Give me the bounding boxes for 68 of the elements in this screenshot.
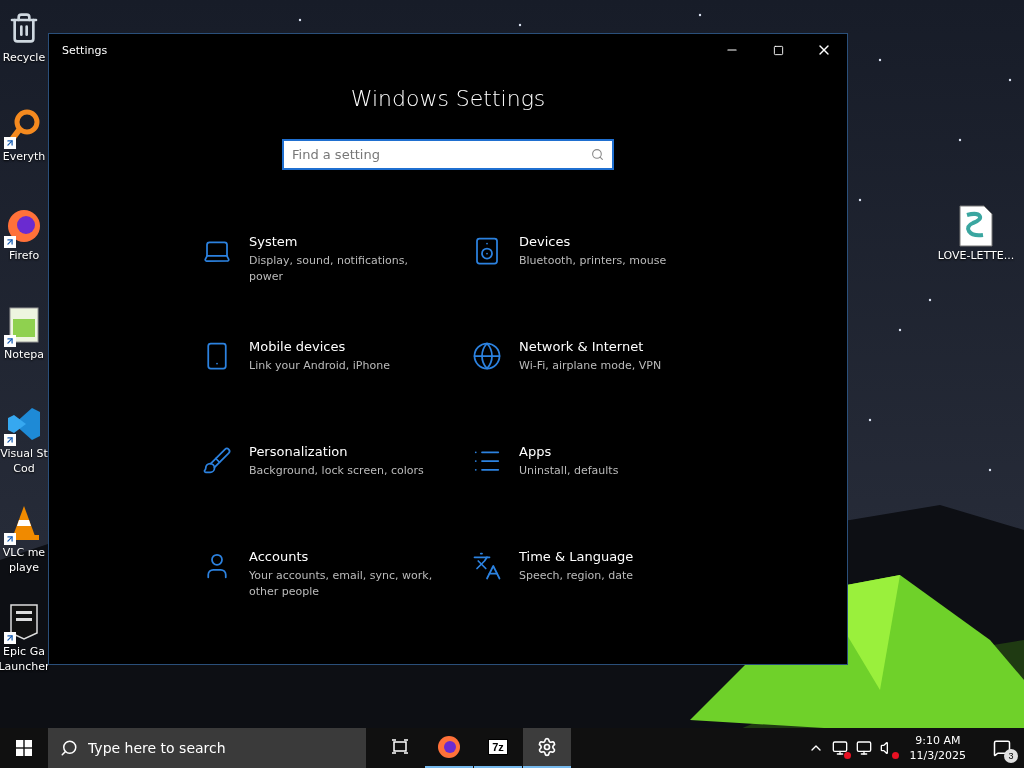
clock[interactable]: 9:10 AM 11/3/2025	[903, 733, 972, 763]
monitor-icon[interactable]	[831, 740, 848, 756]
icon-label: playe	[8, 560, 40, 575]
clock-time: 9:10 AM	[915, 733, 961, 748]
icon-label: Cod	[13, 461, 35, 476]
category-description: Uninstall, defaults	[519, 463, 620, 479]
recycle-bin-icon	[8, 12, 40, 44]
settings-icon	[537, 737, 557, 757]
fox-icon	[6, 208, 42, 244]
category-description: Your accounts, email, sync, work, other people	[249, 568, 434, 600]
category-title: Accounts	[249, 549, 310, 564]
settings-category[interactable]: Personalization Background, lock screen, colors	[201, 444, 471, 513]
taskbar-button[interactable]	[523, 728, 571, 768]
settings-category[interactable]: Mobile devices Link your Android, iPhone	[201, 339, 471, 408]
network-icon[interactable]	[855, 740, 872, 756]
page-heading: Windows Settings	[350, 86, 546, 111]
settings-category[interactable]: Network & Internet Wi-Fi, airplane mode, VPN	[471, 339, 721, 408]
settings-category[interactable]: Accounts Your accounts, email, sync, work, other people	[201, 549, 471, 618]
scroll-document-icon	[959, 205, 993, 247]
settings-category[interactable]: Time & Language Speech, region, date	[471, 549, 721, 618]
settings-category[interactable]: System Display, sound, notifications, power	[201, 234, 471, 303]
category-title: Personalization	[249, 444, 349, 459]
category-description: Speech, region, date	[519, 568, 635, 584]
category-title: Apps	[519, 444, 553, 459]
category-title: Devices	[519, 234, 572, 249]
message-icon	[993, 739, 1011, 757]
category-description: Bluetooth, printers, mouse	[519, 253, 668, 269]
search-icon	[60, 739, 78, 757]
notepad-icon	[9, 307, 39, 343]
globe-icon	[472, 341, 502, 371]
icon-label: Everyth	[2, 149, 46, 164]
settings-category[interactable]: Apps Uninstall, defaults	[471, 444, 721, 513]
icon-label: Visual St	[0, 446, 48, 461]
fox-icon	[437, 735, 461, 759]
notification-count: 3	[1004, 749, 1018, 763]
category-title: Mobile devices	[249, 339, 347, 354]
category-title: Time & Language	[519, 549, 635, 564]
category-description: Background, lock screen, colors	[249, 463, 425, 479]
game-logo-icon	[9, 603, 39, 641]
task-view-icon	[391, 739, 409, 755]
category-description: Wi-Fi, airplane mode, VPN	[519, 358, 663, 374]
category-title: Network & Internet	[519, 339, 645, 354]
code-icon	[6, 406, 42, 442]
category-description: Link your Android, iPhone	[249, 358, 391, 374]
app-label: 7z	[488, 739, 508, 755]
icon-label: LOVE-LETTE...	[937, 248, 1015, 263]
language-icon	[472, 551, 502, 581]
windows-logo-icon	[16, 740, 32, 756]
error-dot-icon	[843, 752, 851, 759]
maximize-icon	[772, 44, 784, 56]
icon-label: Notepa	[4, 347, 44, 362]
error-dot-icon	[891, 752, 899, 759]
settings-category[interactable]: Devices Bluetooth, printers, mouse	[471, 234, 721, 303]
search-field[interactable]: Find a setting	[282, 139, 614, 170]
window-title: Settings	[62, 43, 108, 57]
icon-label: Epic Ga	[3, 644, 45, 659]
category-title: System	[249, 234, 299, 249]
icon-label: VLC me	[2, 545, 46, 560]
brush-icon	[202, 446, 232, 476]
notifications-button[interactable]: 3	[980, 728, 1024, 768]
icon-label: Launcher	[0, 659, 50, 674]
taskbar-button[interactable]: 7z	[474, 728, 522, 768]
category-description: Display, sound, notifications, power	[249, 253, 409, 285]
icon-label: Recycle	[2, 50, 46, 65]
icon-label: Firefo	[8, 248, 40, 263]
taskbar-search-field[interactable]: Type here to search	[48, 728, 366, 768]
clock-date: 11/3/2025	[909, 748, 966, 763]
search-icon	[591, 148, 604, 161]
